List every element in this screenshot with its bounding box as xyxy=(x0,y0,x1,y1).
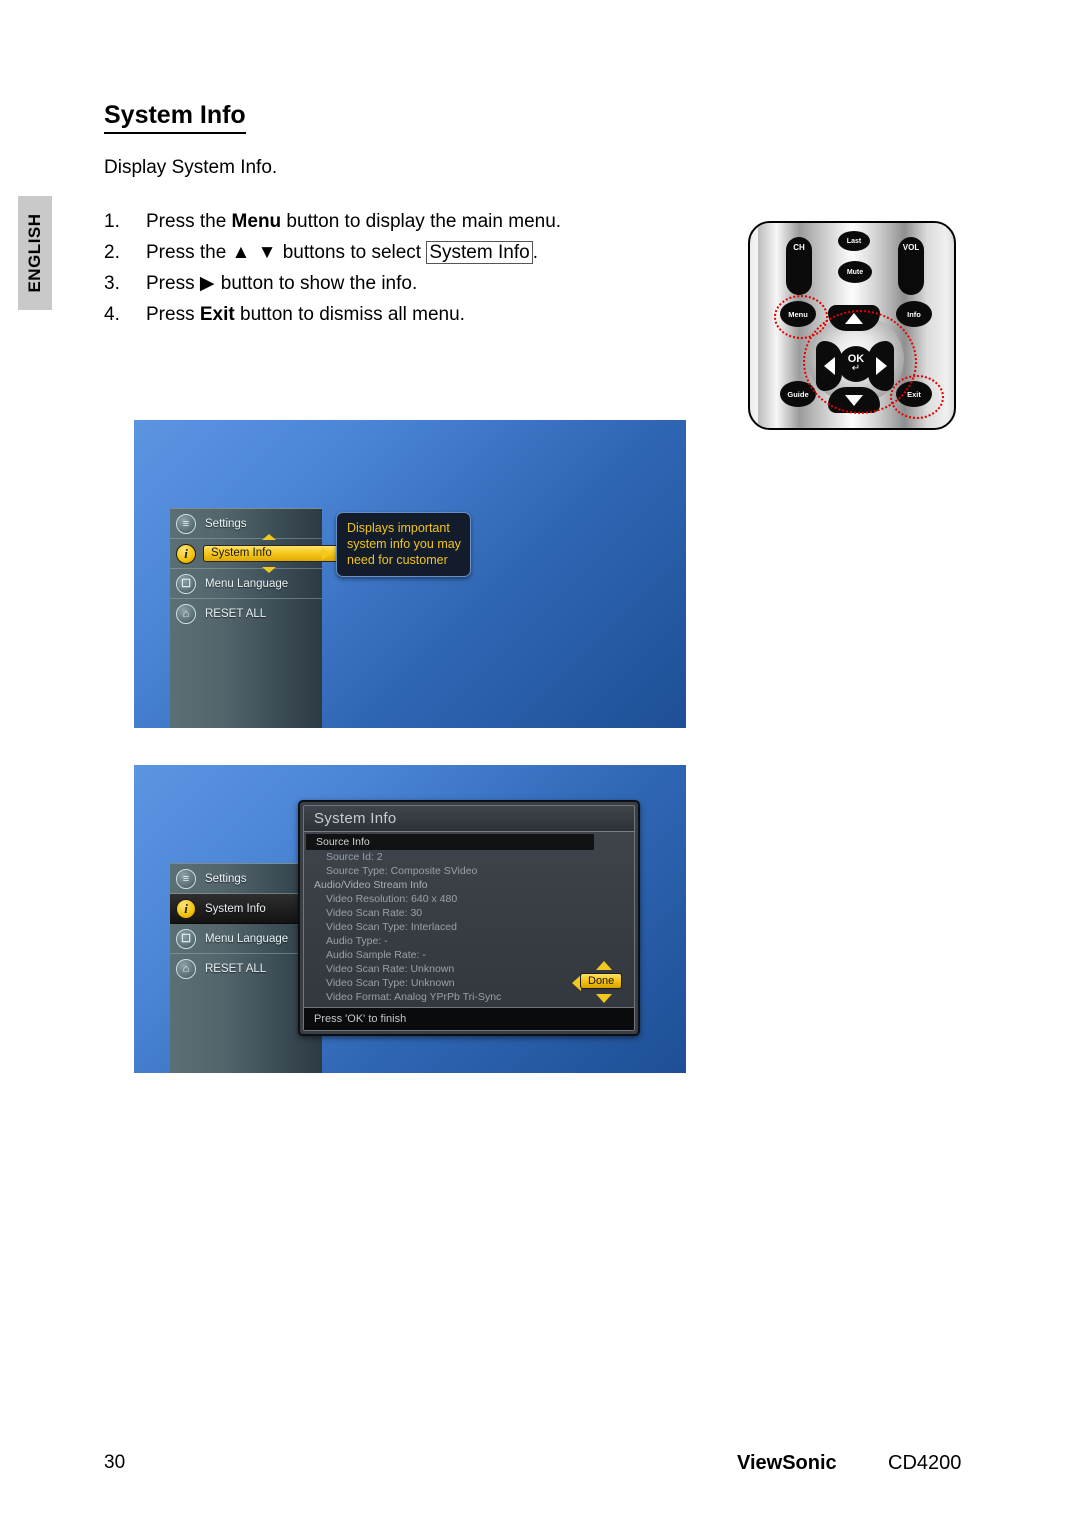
system-info-dialog-inner: System Info Source Info Source Id: 2 Sou… xyxy=(303,805,635,1031)
osd2-menu-item-label: Settings xyxy=(205,872,247,885)
system-info-dialog-title: System Info xyxy=(304,806,634,832)
left-arrow-icon xyxy=(823,357,835,375)
step-number: 3. xyxy=(104,272,120,294)
step-text: Press Exit button to dismiss all menu. xyxy=(146,303,724,325)
system-info-row: Audio Type: - xyxy=(326,935,388,947)
osd1-menu-item-label: RESET ALL xyxy=(205,607,267,620)
sliders-icon: ≡ xyxy=(176,513,196,534)
osd1-menu-item-label: Menu Language xyxy=(205,577,289,590)
system-info-row: Audio Sample Rate: - xyxy=(326,949,426,961)
tooltip-line: system info you may xyxy=(347,537,461,551)
osd1-menu-item-menu-language[interactable]: ☐ Menu Language xyxy=(170,569,322,599)
remote-key-up xyxy=(828,305,880,331)
osd1-menu-item-system-info[interactable]: i System Info xyxy=(170,534,348,573)
remote-key-ok: OK ↵ xyxy=(838,346,874,382)
step-text-post: button to display the main menu. xyxy=(281,211,562,232)
page-number: 30 xyxy=(104,1452,126,1473)
system-info-row: Source Id: 2 xyxy=(326,851,383,863)
osd1-menu-item-label: Settings xyxy=(205,517,247,530)
system-info-row: Video Scan Rate: 30 xyxy=(326,907,423,919)
instruction-steps-list: 1. Press the Menu button to display the … xyxy=(104,212,724,336)
remote-control-illustration: CH VOL Last Mute Menu Info Guide Exit OK… xyxy=(748,221,956,430)
remote-key-volume: VOL xyxy=(898,237,924,295)
language-side-tab-label: ENGLISH xyxy=(25,213,44,293)
up-down-arrow-icon: ▲ ▼ xyxy=(231,241,278,263)
remote-key-mute: Mute xyxy=(838,261,872,283)
osd2-menu-item-label: Menu Language xyxy=(205,932,289,945)
page-title: System Info xyxy=(104,101,246,134)
system-info-subsection: Audio/Video Stream Info xyxy=(314,879,428,891)
step-text-pre: Press xyxy=(146,303,200,325)
osd-screenshot-menu: ≡ Settings i System Info ☐ Menu Language… xyxy=(134,420,686,728)
info-circle-icon: i xyxy=(176,898,196,919)
step-text-mid: buttons to select xyxy=(277,241,427,263)
step-number: 4. xyxy=(104,303,120,325)
step-text-boxed-term: System Info xyxy=(426,240,533,264)
step-text-pre: Press the xyxy=(146,211,232,232)
system-info-dialog-body: Source Info Source Id: 2 Source Type: Co… xyxy=(304,832,634,1007)
instruction-step: 2. Press the ▲ ▼ buttons to select Syste… xyxy=(104,240,724,264)
system-info-row: Video Scan Type: Interlaced xyxy=(326,921,457,933)
remote-key-menu: Menu xyxy=(780,301,816,327)
remote-key-info: Info xyxy=(896,301,932,327)
osd2-menu-item-label-selected: System Info xyxy=(205,902,266,915)
remote-key-guide: Guide xyxy=(780,381,816,407)
remote-key-down xyxy=(828,387,880,413)
language-icon: ☐ xyxy=(176,928,196,949)
osd-screenshot-system-info-dialog: ≡ Settings i System Info ☐ Menu Language… xyxy=(134,765,686,1073)
tooltip-line: Displays important xyxy=(347,521,450,535)
step-text-post: . xyxy=(532,241,538,263)
home-icon: ⌂ xyxy=(176,958,196,979)
caret-up-icon xyxy=(596,961,612,970)
osd2-menu-item-label: RESET ALL xyxy=(205,962,267,975)
step-number: 2. xyxy=(104,241,120,263)
step-text-post: button to dismiss all menu. xyxy=(234,303,465,325)
osd1-tooltip: Displays important system info you may n… xyxy=(336,512,471,577)
step-text: Press the ▲ ▼ buttons to select System I… xyxy=(146,240,724,264)
language-side-tab: ENGLISH xyxy=(18,196,52,310)
down-arrow-icon xyxy=(845,394,863,406)
instruction-step: 3. Press ▶ button to show the info. xyxy=(104,272,724,294)
osd1-menu-strip: ≡ Settings i System Info ☐ Menu Language… xyxy=(170,508,348,728)
instruction-step: 4. Press Exit button to dismiss all menu… xyxy=(104,303,724,325)
sliders-icon: ≡ xyxy=(176,868,196,889)
return-arrow-icon: ↵ xyxy=(851,363,861,375)
step-text-bold: Menu xyxy=(231,211,282,232)
right-arrow-icon xyxy=(322,547,331,560)
tooltip-line: need for customer xyxy=(347,553,448,567)
system-info-section-header: Source Info xyxy=(306,834,594,850)
step-text-pre: Press the xyxy=(146,241,232,263)
right-arrow-icon xyxy=(875,357,887,375)
step-text: Press ▶ button to show the info. xyxy=(146,272,724,294)
instruction-step: 1. Press the Menu button to display the … xyxy=(104,212,724,232)
system-info-dialog-footer: Press 'OK' to finish xyxy=(304,1007,634,1030)
done-button[interactable]: Done xyxy=(580,973,623,989)
remote-key-exit: Exit xyxy=(896,381,932,407)
up-arrow-icon xyxy=(845,312,863,324)
brand-name: ViewSonic xyxy=(737,1452,837,1474)
system-info-dialog: System Info Source Info Source Id: 2 Sou… xyxy=(298,800,640,1036)
home-icon: ⌂ xyxy=(176,603,196,624)
step-text: Press the Menu button to display the mai… xyxy=(146,212,724,232)
system-info-row: Source Type: Composite SVideo xyxy=(326,865,478,877)
model-number: CD4200 xyxy=(888,1452,962,1474)
language-icon: ☐ xyxy=(176,573,196,594)
caret-down-icon xyxy=(596,994,612,1003)
osd1-menu-item-reset-all[interactable]: ⌂ RESET ALL xyxy=(170,599,322,628)
step-text-post: button to show the info. xyxy=(215,272,418,294)
done-button-group: Done xyxy=(572,961,628,1003)
page-intro-text: Display System Info. xyxy=(104,157,278,178)
remote-body: CH VOL Last Mute Menu Info Guide Exit OK… xyxy=(748,221,956,430)
caret-up-icon xyxy=(262,534,276,540)
system-info-row: Video Resolution: 640 x 480 xyxy=(326,893,458,905)
osd1-menu-item-settings[interactable]: ≡ Settings xyxy=(170,509,322,539)
step-text-bold: Exit xyxy=(199,303,235,325)
remote-key-channel: CH xyxy=(786,237,812,295)
info-circle-icon: i xyxy=(176,543,196,564)
step-text-pre: Press xyxy=(146,272,200,294)
step-number: 1. xyxy=(104,211,120,232)
remote-key-last: Last xyxy=(838,231,870,251)
right-arrow-icon: ▶ xyxy=(199,272,216,294)
